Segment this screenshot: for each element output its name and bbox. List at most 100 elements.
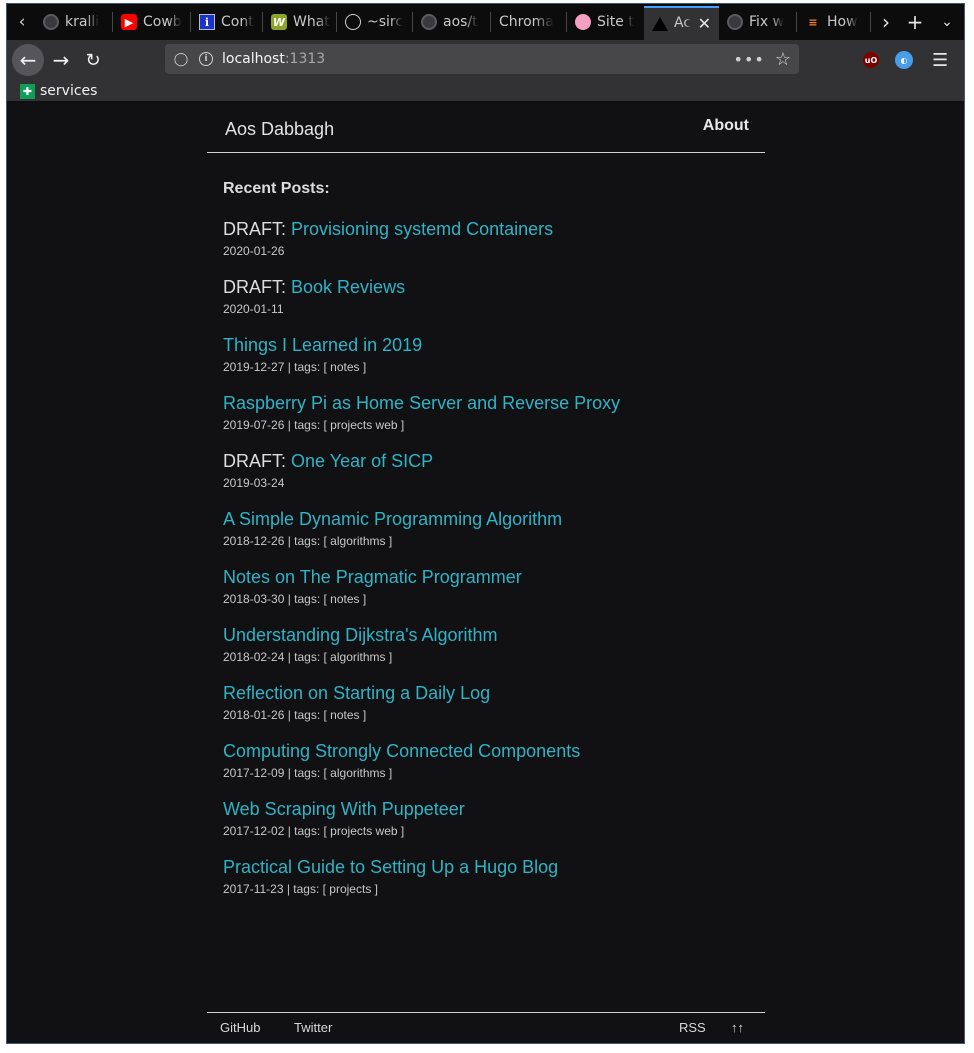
tab-5[interactable]: aos/t — [413, 8, 491, 36]
dark-reader-icon[interactable]: ◐ — [895, 51, 913, 69]
post-title-link[interactable]: Things I Learned in 2019 — [223, 335, 422, 355]
scroll-tabs-right-icon[interactable]: › — [871, 4, 901, 40]
site-title[interactable]: Aos Dabbagh — [225, 119, 334, 140]
tab-label: How — [827, 14, 858, 30]
new-tab-icon[interactable]: + — [900, 4, 930, 40]
post-item: DRAFT: Book Reviews 2020-01-11 — [223, 276, 783, 334]
draft-prefix: DRAFT: — [223, 451, 292, 471]
forward-arrow-icon[interactable]: → — [45, 44, 77, 76]
draft-prefix: DRAFT: — [223, 219, 292, 239]
tab-label: What — [293, 14, 330, 30]
post-title-link[interactable]: Provisioning systemd Containers — [291, 219, 553, 239]
post-title-link[interactable]: Practical Guide to Setting Up a Hugo Blo… — [223, 857, 558, 877]
nav-toolbar: ← → ↻ ◯ i localhost:1313 ••• ☆ uO ◐ ☰ — [7, 40, 964, 81]
ublock-origin-icon[interactable]: uO — [863, 52, 879, 68]
post-meta: 2018-02-24 | tags: [ algorithms ] — [223, 650, 393, 664]
about-link[interactable]: About — [703, 117, 749, 135]
tab-4[interactable]: ~sirc — [337, 8, 413, 36]
scroll-tabs-left-icon[interactable]: ‹ — [9, 4, 35, 40]
triangle-icon — [652, 15, 668, 31]
site-info-icon[interactable]: i — [199, 52, 213, 66]
post-item: Notes on The Pragmatic Programmer 2018-03… — [223, 566, 783, 624]
tab-7[interactable]: Site t — [567, 8, 643, 36]
tab-label: Site t — [597, 14, 634, 30]
post-title-line: Understanding Dijkstra's Algorithm — [223, 624, 783, 646]
post-meta: 2017-11-23 | tags: [ projects ] — [223, 882, 378, 896]
info-icon: i — [199, 14, 215, 30]
tab-1[interactable]: ▶ Cowb — [113, 8, 191, 36]
reload-icon[interactable]: ↻ — [77, 44, 109, 76]
post-list: DRAFT: Provisioning systemd Containers 20… — [223, 218, 783, 914]
post-title-line: Reflection on Starting a Daily Log — [223, 682, 783, 704]
post-title-line: Practical Guide to Setting Up a Hugo Blo… — [223, 856, 783, 878]
url-text[interactable]: localhost:1313 — [222, 51, 325, 67]
rss-link[interactable]: RSS — [679, 1020, 706, 1035]
post-item: Understanding Dijkstra's Algorithm 2018-0… — [223, 624, 783, 682]
back-to-top-link[interactable]: ↑↑ — [731, 1020, 744, 1035]
youtube-icon: ▶ — [121, 14, 137, 30]
post-item: Web Scraping With Puppeteer 2017-12-02 | … — [223, 798, 783, 856]
post-title-line: DRAFT: Provisioning systemd Containers — [223, 218, 783, 240]
post-title-link[interactable]: Web Scraping With Puppeteer — [223, 799, 465, 819]
recent-posts-heading: Recent Posts: — [223, 180, 330, 197]
url-bar[interactable]: ◯ i localhost:1313 ••• ☆ — [165, 44, 799, 74]
post-item: Reflection on Starting a Daily Log 2018-0… — [223, 682, 783, 740]
post-title-link[interactable]: Reflection on Starting a Daily Log — [223, 683, 490, 703]
hamburger-menu-icon[interactable]: ☰ — [932, 50, 948, 71]
tab-label: Cont — [221, 14, 254, 30]
post-meta: 2018-01-26 | tags: [ notes ] — [223, 708, 367, 722]
bookmarks-toolbar: ✚ services — [7, 81, 964, 101]
post-title-line: Notes on The Pragmatic Programmer — [223, 566, 783, 588]
post-meta: 2020-01-11 — [223, 302, 284, 316]
post-title-link[interactable]: Raspberry Pi as Home Server and Reverse … — [223, 393, 620, 413]
tab-label: aos/t — [443, 14, 478, 30]
post-meta: 2019-12-27 | tags: [ notes ] — [223, 360, 367, 374]
post-title-link[interactable]: A Simple Dynamic Programming Algorithm — [223, 509, 562, 529]
close-tab-icon[interactable]: ✕ — [698, 14, 711, 33]
post-title-link[interactable]: Book Reviews — [291, 277, 405, 297]
tab-strip: ‹ kralli ▶ Cowb i Cont W What ~sirc aos/… — [7, 4, 964, 40]
bookmark-services[interactable]: services — [40, 83, 97, 99]
site-icon — [575, 14, 591, 30]
post-title-link[interactable]: Notes on The Pragmatic Programmer — [223, 567, 522, 587]
site-footer: GitHub Twitter RSS ↑↑ — [207, 1012, 765, 1043]
post-meta: 2018-03-30 | tags: [ notes ] — [223, 592, 367, 606]
tracking-shield-icon[interactable]: ◯ — [173, 52, 189, 67]
post-meta: 2017-12-09 | tags: [ algorithms ] — [223, 766, 393, 780]
tab-label: kralli — [65, 14, 100, 30]
post-item: DRAFT: Provisioning systemd Containers 20… — [223, 218, 783, 276]
github-icon — [727, 14, 743, 30]
page-content: Aos Dabbagh About Recent Posts: DRAFT: P… — [7, 101, 964, 1043]
post-item: DRAFT: One Year of SICP 2019-03-24 — [223, 450, 783, 508]
tab-label: Fix w — [749, 14, 785, 30]
site-header: Aos Dabbagh About — [207, 101, 765, 153]
post-meta: 2019-07-26 | tags: [ projects web ] — [223, 418, 405, 432]
tab-label: Ac — [674, 15, 692, 31]
tab-list-chevron-down-icon[interactable]: ⌄ — [932, 4, 962, 40]
tab-label: ~sirc — [367, 14, 404, 30]
tab-8-active[interactable]: Ac ✕ — [644, 6, 719, 40]
page-actions-icon[interactable]: ••• — [734, 50, 765, 69]
tab-2[interactable]: i Cont — [191, 8, 263, 36]
github-link[interactable]: GitHub — [220, 1020, 260, 1035]
post-item: Things I Learned in 2019 2019-12-27 | tag… — [223, 334, 783, 392]
post-item: Practical Guide to Setting Up a Hugo Blo… — [223, 856, 783, 914]
post-title-line: DRAFT: One Year of SICP — [223, 450, 783, 472]
post-item: A Simple Dynamic Programming Algorithm 20… — [223, 508, 783, 566]
bookmark-star-icon[interactable]: ☆ — [775, 49, 791, 70]
post-meta: 2020-01-26 — [223, 244, 285, 258]
tab-0[interactable]: kralli — [35, 8, 113, 36]
google-sheets-icon: ✚ — [20, 83, 35, 99]
tab-label: Chroma — [499, 14, 554, 30]
post-item: Computing Strongly Connected Components 2… — [223, 740, 783, 798]
back-arrow-icon[interactable]: ← — [12, 44, 44, 76]
tab-3[interactable]: W What — [263, 8, 337, 36]
post-title-link[interactable]: Computing Strongly Connected Components — [223, 741, 580, 761]
tab-9[interactable]: Fix w — [719, 8, 797, 36]
tab-10[interactable]: ≡ How — [797, 8, 871, 36]
twitter-link[interactable]: Twitter — [294, 1020, 332, 1035]
post-title-link[interactable]: One Year of SICP — [291, 451, 433, 471]
post-title-line: Raspberry Pi as Home Server and Reverse … — [223, 392, 783, 414]
post-title-link[interactable]: Understanding Dijkstra's Algorithm — [223, 625, 498, 645]
tab-6[interactable]: Chroma — [491, 8, 567, 36]
